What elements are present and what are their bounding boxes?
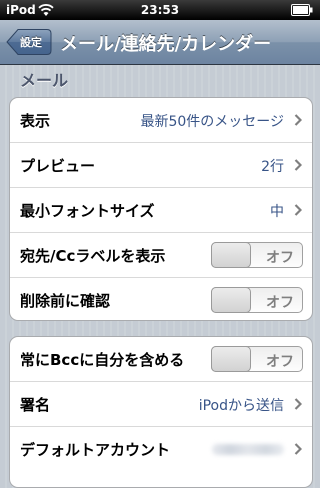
- row-min-font-size[interactable]: 最小フォントサイズ 中: [10, 188, 312, 233]
- toggle-show-to-cc-label[interactable]: オフ: [211, 242, 303, 268]
- toggle-always-bcc-myself[interactable]: オフ: [211, 346, 303, 372]
- back-button-label: 設定: [20, 36, 42, 49]
- row-label: 宛先/Ccラベルを表示: [20, 247, 166, 265]
- account-settings-group: 常にBccに自分を含める オフ 署名 iPodから送信 デフォルトアカウント: [9, 336, 313, 488]
- row-value: 最新50件のメッセージ: [140, 114, 284, 130]
- toggle-ask-before-deleting[interactable]: オフ: [211, 287, 303, 313]
- toggle-state-label: オフ: [266, 295, 294, 311]
- status-time: 23:53: [140, 3, 180, 17]
- row-display[interactable]: 表示 最新50件のメッセージ: [10, 98, 312, 143]
- battery-icon: [291, 4, 313, 16]
- section-header-mail: メール: [20, 71, 69, 90]
- navigation-bar: 設定 メール/連絡先/カレンダー: [0, 20, 320, 65]
- toggle-state-label: オフ: [266, 250, 294, 266]
- mail-settings-group: 表示 最新50件のメッセージ プレビュー 2行 最小フォントサイズ 中 宛先/C…: [9, 97, 313, 321]
- redacted-account-value: [212, 444, 284, 455]
- status-bar: iPod 23:53: [0, 0, 320, 20]
- chevron-right-icon: [294, 114, 302, 126]
- chevron-right-icon: [294, 443, 302, 455]
- row-value: iPodから送信: [198, 398, 284, 414]
- row-default-account[interactable]: デフォルトアカウント: [10, 427, 312, 471]
- row-preview[interactable]: プレビュー 2行: [10, 143, 312, 188]
- toggle-knob: [211, 287, 251, 313]
- row-ask-before-deleting: 削除前に確認 オフ: [10, 278, 312, 320]
- row-label: 常にBccに自分を含める: [20, 351, 185, 369]
- row-label: デフォルトアカウント: [20, 441, 171, 459]
- page-title: メール/連絡先/カレンダー: [60, 34, 272, 55]
- toggle-knob: [211, 346, 251, 372]
- row-label: 最小フォントサイズ: [20, 202, 155, 220]
- row-label: 署名: [20, 396, 51, 414]
- row-label: 表示: [20, 112, 51, 130]
- row-value: 2行: [261, 159, 284, 175]
- chevron-right-icon: [294, 159, 302, 171]
- chevron-right-icon: [294, 398, 302, 410]
- chevron-right-icon: [294, 204, 302, 216]
- row-show-to-cc-label: 宛先/Ccラベルを表示 オフ: [10, 233, 312, 278]
- row-label: プレビュー: [20, 157, 96, 175]
- back-button[interactable]: 設定: [6, 28, 52, 56]
- row-signature[interactable]: 署名 iPodから送信: [10, 382, 312, 427]
- row-always-bcc-myself: 常にBccに自分を含める オフ: [10, 337, 312, 382]
- row-value: 中: [270, 204, 284, 220]
- row-label: 削除前に確認: [20, 292, 111, 310]
- toggle-knob: [211, 242, 251, 268]
- toggle-state-label: オフ: [266, 354, 294, 370]
